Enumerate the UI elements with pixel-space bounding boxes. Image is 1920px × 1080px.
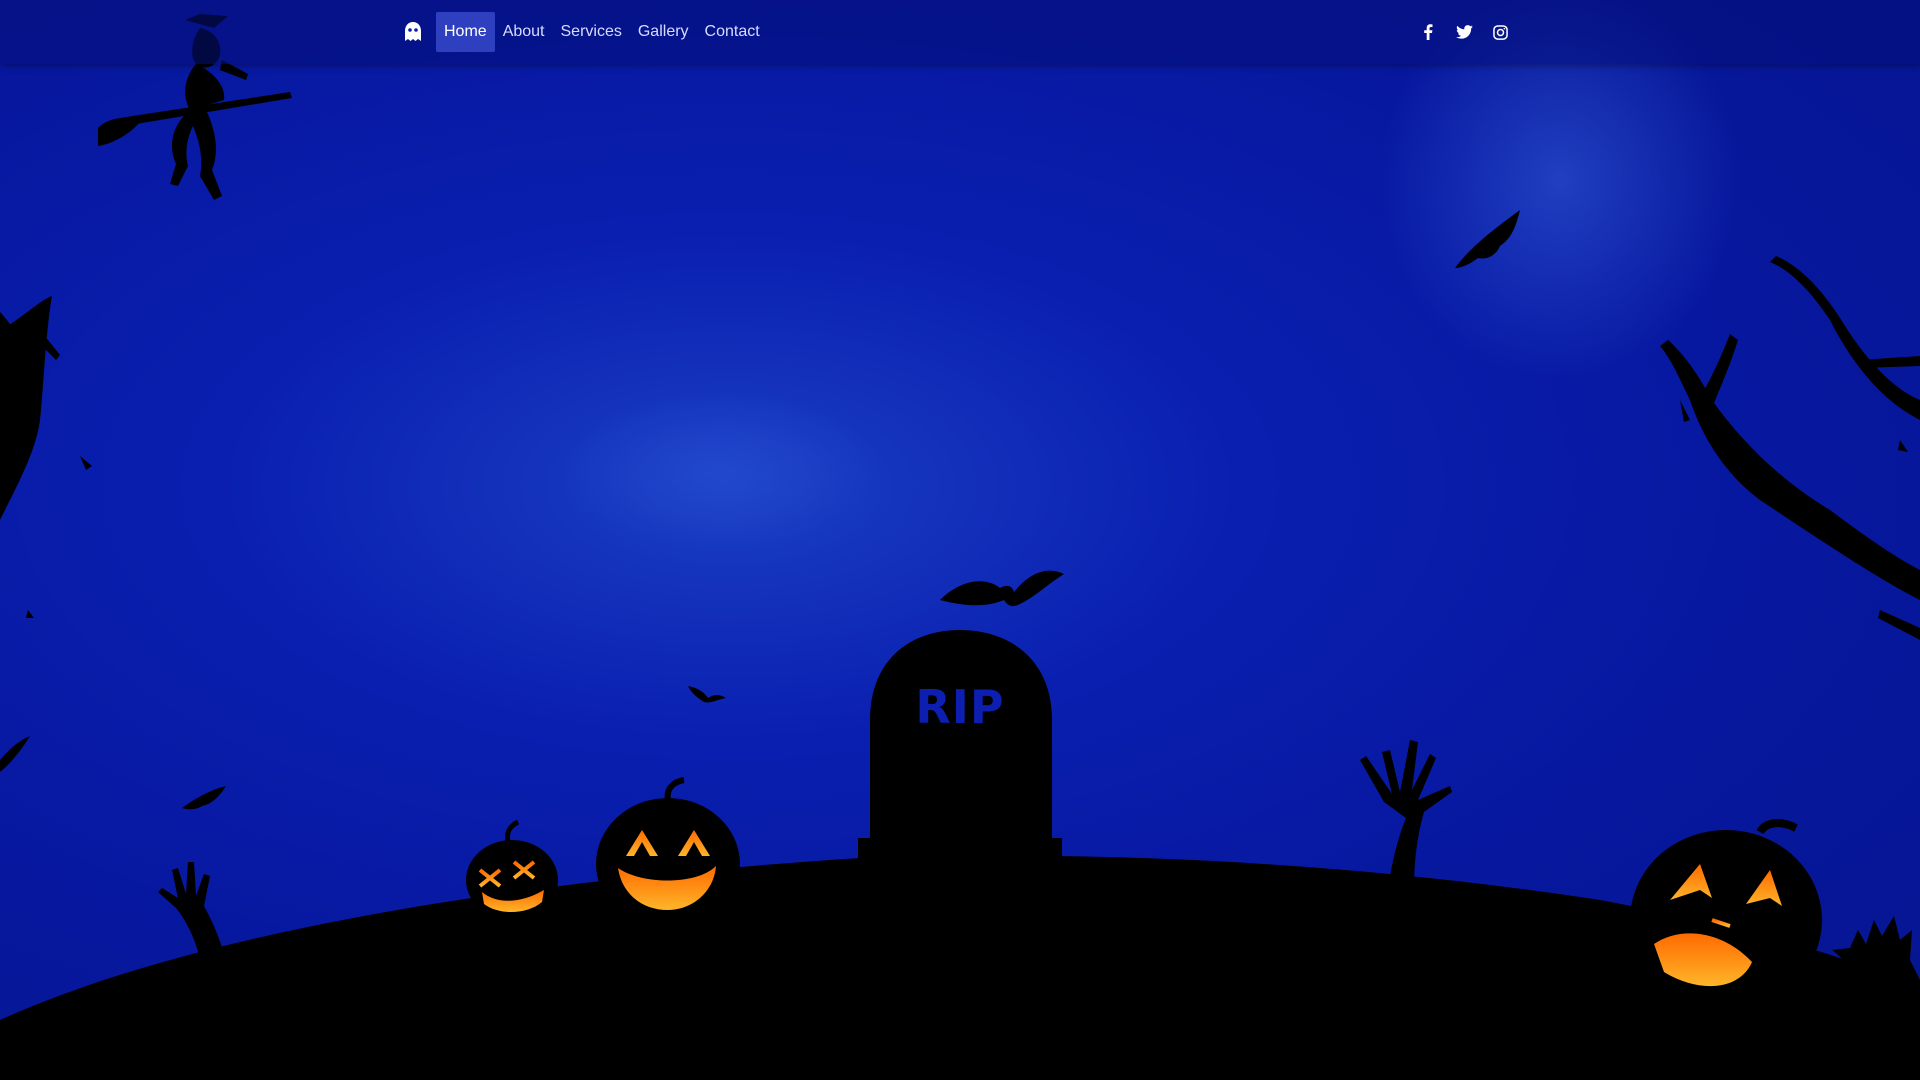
tombstone	[858, 630, 1062, 878]
facebook-icon[interactable]	[1410, 12, 1446, 52]
graveyard-hill	[0, 855, 1920, 1080]
zombie-hand-right	[1360, 740, 1452, 892]
bat-silhouette	[688, 686, 726, 703]
top-navbar: Home About Services Gallery Contact	[0, 0, 1920, 64]
nav-links: Home About Services Gallery Contact	[400, 12, 768, 52]
tombstone-text: RIP	[915, 680, 1005, 734]
pumpkin-scary	[1630, 819, 1822, 1010]
halloween-scene	[0, 0, 1920, 1080]
nav-services[interactable]: Services	[553, 12, 630, 52]
tree-right	[1660, 256, 1920, 640]
nav-gallery[interactable]: Gallery	[630, 12, 697, 52]
zombie-hand-left	[158, 862, 226, 962]
bat-silhouette	[940, 570, 1064, 607]
fog-cloud	[560, 390, 880, 550]
pumpkin-small	[466, 819, 558, 920]
pumpkin-happy	[596, 777, 740, 930]
twitter-icon[interactable]	[1446, 12, 1482, 52]
nav-home[interactable]: Home	[436, 12, 495, 52]
ghost-icon[interactable]	[400, 12, 426, 52]
bat-silhouette	[182, 786, 226, 810]
social-links	[1410, 12, 1518, 52]
nav-contact[interactable]: Contact	[697, 12, 768, 52]
nav-about[interactable]: About	[495, 12, 553, 52]
instagram-icon[interactable]	[1482, 12, 1518, 52]
tree-branch-left	[0, 296, 92, 772]
